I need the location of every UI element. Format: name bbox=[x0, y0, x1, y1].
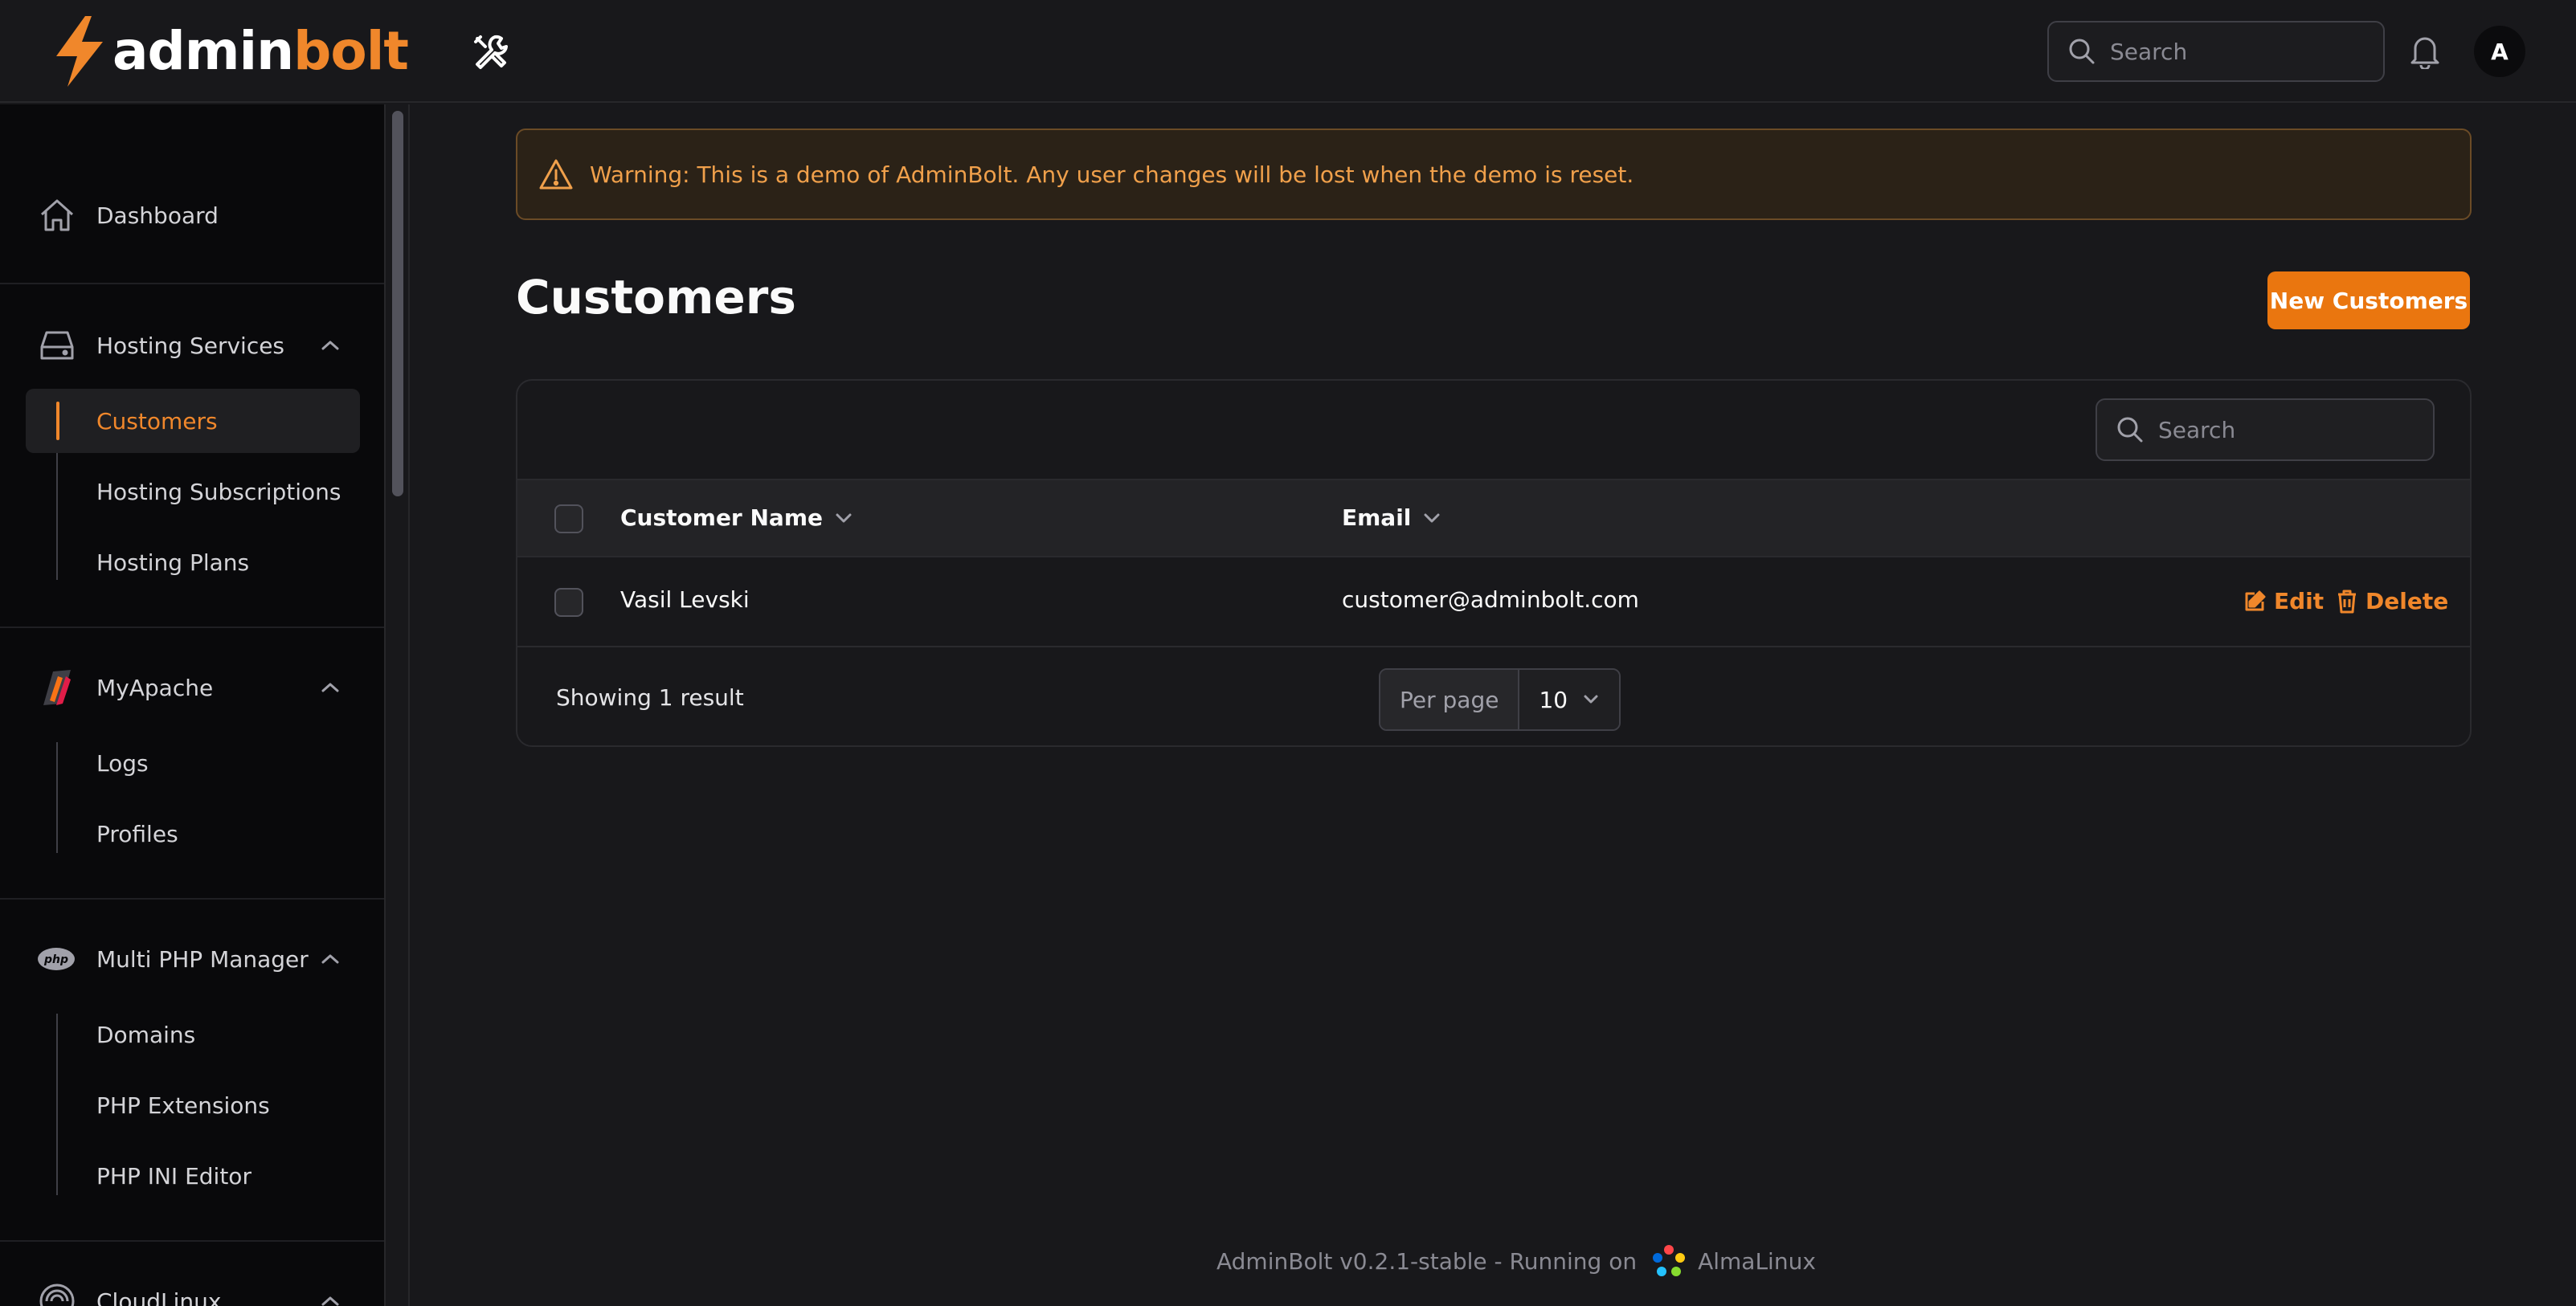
per-page-label: Per page bbox=[1380, 670, 1520, 729]
top-bar: adminbolt Search A bbox=[0, 0, 2576, 103]
trash-icon bbox=[2338, 590, 2356, 613]
row-checkbox[interactable] bbox=[554, 588, 583, 617]
results-summary: Showing 1 result bbox=[556, 684, 744, 711]
almalinux-icon bbox=[1653, 1245, 1686, 1276]
sidebar-group-myapache[interactable]: MyApache bbox=[0, 668, 384, 707]
sidebar-scrollbar-thumb[interactable] bbox=[392, 111, 403, 496]
sidebar-item-label: Dashboard bbox=[96, 202, 219, 229]
sidebar-item-label: Hosting Plans bbox=[96, 549, 250, 576]
logo-text-bolt: bolt bbox=[293, 20, 409, 82]
select-all-checkbox[interactable] bbox=[554, 504, 583, 533]
sidebar-item-customers[interactable]: Customers bbox=[26, 389, 360, 453]
sidebar-group-label: CloudLinux bbox=[96, 1288, 222, 1306]
sidebar-item-label: Domains bbox=[96, 1021, 196, 1048]
sidebar-item-php-extensions[interactable]: PHP Extensions bbox=[26, 1073, 360, 1137]
column-header-label: Email bbox=[1342, 504, 1412, 531]
chevron-up-icon[interactable] bbox=[318, 1293, 342, 1306]
sidebar-group-label: Multi PHP Manager bbox=[96, 945, 309, 973]
edit-icon bbox=[2245, 590, 2266, 610]
apache-icon bbox=[43, 670, 71, 705]
cloudlinux-icon bbox=[39, 1284, 75, 1306]
edit-label: Edit bbox=[2274, 588, 2325, 614]
sidebar-group-hosting-services[interactable]: Hosting Services bbox=[0, 326, 384, 365]
footer: AdminBolt v0.2.1-stable - Running on Alm… bbox=[1216, 1242, 1816, 1280]
sidebar-group-multi-php-manager[interactable]: php Multi PHP Manager bbox=[0, 940, 384, 978]
footer-version-text: AdminBolt v0.2.1-stable - Running on bbox=[1216, 1247, 1638, 1275]
table-row: Vasil Levski customer@adminbolt.com Edit… bbox=[517, 557, 2470, 647]
sidebar-item-hosting-plans[interactable]: Hosting Plans bbox=[26, 530, 360, 594]
column-header-email[interactable]: Email bbox=[1342, 504, 1441, 531]
sidebar-group-cloudlinux[interactable]: CloudLinux bbox=[0, 1282, 384, 1306]
sidebar-item-label: Hosting Subscriptions bbox=[96, 478, 341, 505]
sidebar-item-logs[interactable]: Logs bbox=[26, 731, 360, 795]
sidebar-item-label: Customers bbox=[96, 407, 218, 435]
table-search-input[interactable]: Search bbox=[2096, 398, 2435, 461]
customer-name-cell: Vasil Levski bbox=[620, 586, 750, 613]
server-icon bbox=[40, 331, 74, 360]
bell-icon[interactable] bbox=[2409, 34, 2441, 69]
delete-label: Delete bbox=[2365, 588, 2449, 614]
warning-text: Warning: This is a demo of AdminBolt. An… bbox=[590, 161, 1634, 188]
edit-button[interactable]: Edit bbox=[2243, 588, 2324, 614]
sidebar-group-label: Hosting Services bbox=[96, 332, 285, 359]
global-search-input[interactable]: Search bbox=[2047, 21, 2385, 82]
chevron-up-icon[interactable] bbox=[318, 951, 342, 967]
sidebar-item-profiles[interactable]: Profiles bbox=[26, 802, 360, 866]
chevron-down-icon bbox=[1584, 695, 1598, 704]
footer-os-name: AlmaLinux bbox=[1698, 1247, 1816, 1275]
column-header-customer-name[interactable]: Customer Name bbox=[620, 504, 853, 531]
table-search-placeholder: Search bbox=[2158, 416, 2236, 443]
sidebar-group-label: MyApache bbox=[96, 674, 214, 701]
sidebar: Dashboard Hosting Services Customers Hos… bbox=[0, 104, 386, 1306]
new-customers-button[interactable]: New Customers bbox=[2267, 271, 2470, 329]
chevron-up-icon[interactable] bbox=[318, 337, 342, 353]
chevron-down-icon bbox=[836, 513, 852, 522]
table-header: Customer Name Email bbox=[517, 479, 2470, 557]
sidebar-item-domains[interactable]: Domains bbox=[26, 1002, 360, 1067]
demo-warning-banner: Warning: This is a demo of AdminBolt. An… bbox=[516, 129, 2472, 220]
user-avatar[interactable]: A bbox=[2474, 26, 2525, 77]
sidebar-item-label: PHP Extensions bbox=[96, 1092, 270, 1119]
per-page-value-text: 10 bbox=[1539, 686, 1568, 713]
search-icon bbox=[2117, 417, 2143, 443]
sidebar-item-label: Logs bbox=[96, 749, 149, 777]
column-header-label: Customer Name bbox=[620, 504, 823, 531]
per-page-value[interactable]: 10 bbox=[1519, 670, 1620, 729]
warning-icon bbox=[539, 159, 573, 190]
global-search-placeholder: Search bbox=[2110, 38, 2188, 65]
sidebar-item-dashboard[interactable]: Dashboard bbox=[0, 196, 384, 235]
sidebar-item-hosting-subscriptions[interactable]: Hosting Subscriptions bbox=[26, 459, 360, 524]
home-icon bbox=[40, 199, 74, 231]
chevron-up-icon[interactable] bbox=[318, 680, 342, 696]
php-icon: php bbox=[38, 948, 75, 970]
search-icon bbox=[2069, 39, 2095, 64]
per-page-select[interactable]: Per page 10 bbox=[1379, 668, 1621, 731]
chevron-down-icon bbox=[1424, 513, 1440, 522]
page-title: Customers bbox=[516, 270, 796, 324]
svg-text:php: php bbox=[43, 953, 68, 966]
logo-text-admin: admin bbox=[112, 20, 294, 82]
tools-icon[interactable] bbox=[471, 32, 509, 71]
delete-button[interactable]: Delete bbox=[2337, 588, 2448, 614]
customer-email-cell: customer@adminbolt.com bbox=[1342, 586, 1639, 613]
sidebar-item-php-ini-editor[interactable]: PHP INI Editor bbox=[26, 1144, 360, 1208]
logo-text: adminbolt bbox=[112, 25, 409, 78]
bolt-logo-icon bbox=[56, 16, 103, 87]
sidebar-item-label: PHP INI Editor bbox=[96, 1162, 251, 1190]
app-logo[interactable]: adminbolt bbox=[50, 14, 409, 88]
sidebar-scrollbar[interactable] bbox=[386, 104, 410, 1306]
customers-table: Search Customer Name Email Vasil Levski … bbox=[516, 379, 2472, 747]
sidebar-item-label: Profiles bbox=[96, 820, 178, 847]
